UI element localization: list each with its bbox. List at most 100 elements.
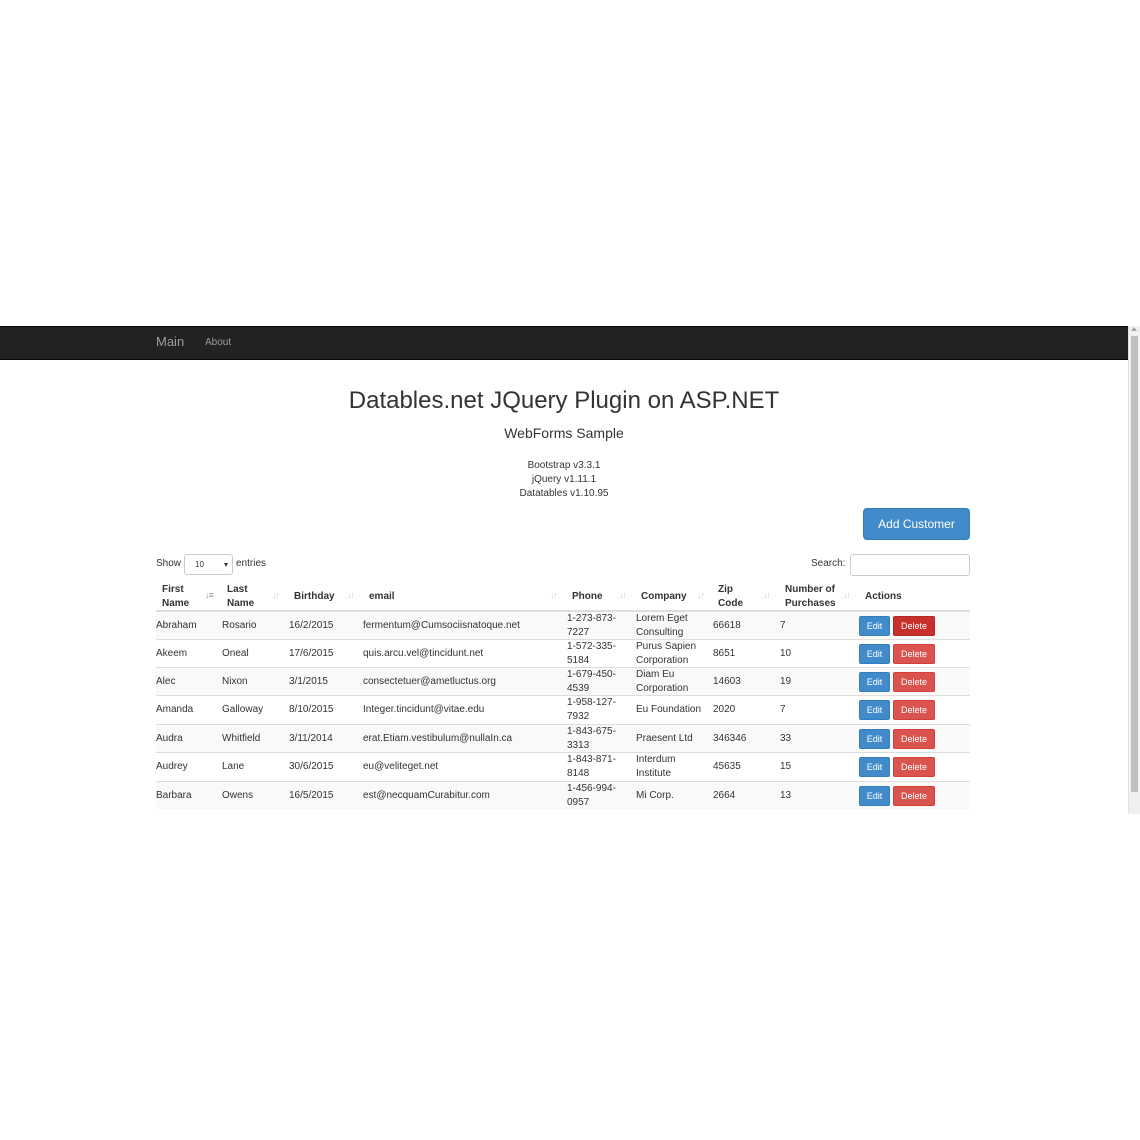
cell-last-name: Nixon — [222, 676, 248, 687]
delete-button[interactable]: Delete — [893, 644, 935, 664]
cell-birthday: 16/5/2015 — [289, 790, 334, 801]
version-bootstrap: Bootstrap v3.3.1 — [527, 460, 601, 471]
length-entries-label: entries — [236, 558, 267, 569]
nav-link-about[interactable]: About — [205, 337, 231, 348]
entries-length-select[interactable]: 10 — [184, 554, 233, 575]
sort-both-icon[interactable]: ↓↑ — [347, 590, 355, 600]
cell-birthday: 30/6/2015 — [289, 761, 334, 772]
column-header-zip-code[interactable]: Zip Code — [718, 583, 752, 611]
navbar-brand-main[interactable]: Main — [156, 334, 184, 349]
page-subtitle: WebForms Sample — [504, 425, 624, 441]
cell-first-name: Akeem — [156, 648, 188, 659]
cell-company: Mi Corp. — [636, 790, 674, 801]
cell-phone: 1-843-675-3313 — [567, 726, 616, 751]
column-header-email[interactable]: email — [369, 590, 395, 604]
table-row: Barbara Owens 16/5/2015 est@necquamCurab… — [156, 781, 970, 809]
cell-purchases: 10 — [780, 648, 792, 659]
search-label: Search: — [811, 558, 846, 569]
cell-phone: 1-843-871-8148 — [567, 754, 616, 779]
sort-ascending-icon[interactable]: ↓≡ — [205, 590, 214, 600]
cell-last-name: Galloway — [222, 704, 264, 715]
cell-company: Diam Eu Corporation — [636, 669, 689, 694]
cell-email: est@necquamCurabitur.com — [363, 790, 490, 801]
cell-zip: 8651 — [713, 648, 736, 659]
table-row: Audrey Lane 30/6/2015 eu@veliteget.net 1… — [156, 752, 970, 780]
page-scrollbar[interactable] — [1128, 326, 1140, 814]
cell-zip: 45635 — [713, 761, 741, 772]
edit-button[interactable]: Edit — [859, 729, 890, 749]
delete-button[interactable]: Delete — [893, 672, 935, 692]
scroll-up-arrow-icon[interactable] — [1131, 327, 1137, 331]
delete-button[interactable]: Delete — [893, 616, 935, 636]
sort-both-icon[interactable]: ↓↑ — [550, 590, 558, 600]
table-row: Alec Nixon 3/1/2015 consectetuer@ametluc… — [156, 667, 970, 695]
cell-purchases: 7 — [780, 704, 786, 715]
cell-last-name: Rosario — [222, 620, 257, 631]
cell-purchases: 7 — [780, 620, 786, 631]
column-header-birthday[interactable]: Birthday — [294, 590, 335, 604]
sort-both-icon[interactable]: ↓↑ — [763, 590, 771, 600]
column-header-number-of-purchases[interactable]: Number of Purchases — [785, 583, 845, 611]
cell-first-name: Barbara — [156, 790, 192, 801]
edit-button[interactable]: Edit — [859, 672, 890, 692]
table-row: Amanda Galloway 8/10/2015 Integer.tincid… — [156, 695, 970, 723]
cell-phone: 1-679-450-4539 — [567, 669, 616, 694]
cell-phone: 1-273-873-7227 — [567, 613, 616, 638]
delete-button[interactable]: Delete — [893, 786, 935, 806]
cell-first-name: Amanda — [156, 704, 194, 715]
sort-both-icon[interactable]: ↓↑ — [843, 590, 851, 600]
cell-first-name: Alec — [156, 676, 176, 687]
edit-button[interactable]: Edit — [859, 700, 890, 720]
cell-purchases: 19 — [780, 676, 792, 687]
cell-company: Purus Sapien Corporation — [636, 641, 697, 666]
column-header-company[interactable]: Company — [641, 590, 687, 604]
navbar: Main About — [0, 326, 1128, 360]
browser-viewport: Main About Datables.net JQuery Plugin on… — [0, 326, 1140, 814]
cell-company: Interdum Institute — [636, 754, 676, 779]
edit-button[interactable]: Edit — [859, 644, 890, 664]
cell-last-name: Whitfield — [222, 733, 261, 744]
cell-email: consectetuer@ametluctus.org — [363, 676, 496, 687]
column-header-first-name[interactable]: First Name — [162, 583, 202, 611]
sort-both-icon[interactable]: ↓↑ — [697, 590, 705, 600]
edit-button[interactable]: Edit — [859, 786, 890, 806]
cell-company: Praesent Ltd — [636, 733, 693, 744]
delete-button[interactable]: Delete — [893, 729, 935, 749]
chevron-down-icon — [224, 563, 228, 567]
cell-purchases: 13 — [780, 790, 792, 801]
column-header-last-name[interactable]: Last Name — [227, 583, 267, 611]
cell-company: Eu Foundation — [636, 704, 702, 715]
edit-button[interactable]: Edit — [859, 757, 890, 777]
cell-birthday: 8/10/2015 — [289, 704, 334, 715]
cell-first-name: Abraham — [156, 620, 197, 631]
cell-zip: 66618 — [713, 620, 741, 631]
cell-birthday: 3/11/2014 — [289, 733, 333, 744]
table-row: Abraham Rosario 16/2/2015 fermentum@Cums… — [156, 611, 970, 639]
cell-birthday: 17/6/2015 — [289, 648, 334, 659]
edit-button[interactable]: Edit — [859, 616, 890, 636]
scroll-thumb[interactable] — [1131, 336, 1138, 792]
cell-company: Lorem Eget Consulting — [636, 613, 688, 638]
cell-birthday: 3/1/2015 — [289, 676, 328, 687]
cell-birthday: 16/2/2015 — [289, 620, 334, 631]
version-jquery: jQuery v1.11.1 — [531, 474, 597, 485]
cell-email: fermentum@Cumsociisnatoque.net — [363, 620, 520, 631]
delete-button[interactable]: Delete — [893, 757, 935, 777]
sort-both-icon[interactable]: ↓↑ — [619, 590, 627, 600]
cell-purchases: 15 — [780, 761, 792, 772]
add-customer-button[interactable]: Add Customer — [863, 508, 970, 540]
version-datatables: Datatables v1.10.95 — [519, 488, 609, 499]
cell-phone: 1-572-335-5184 — [567, 641, 616, 666]
cell-email: Integer.tincidunt@vitae.edu — [363, 704, 485, 715]
column-header-phone[interactable]: Phone — [572, 590, 603, 604]
cell-first-name: Audrey — [156, 761, 188, 772]
search-input[interactable] — [850, 554, 970, 576]
entries-length-value: 10 — [195, 560, 204, 569]
delete-button[interactable]: Delete — [893, 700, 935, 720]
cell-email: quis.arcu.vel@tincidunt.net — [363, 648, 484, 659]
cell-last-name: Lane — [222, 761, 245, 772]
cell-phone: 1-958-127-7932 — [567, 697, 616, 722]
sort-both-icon[interactable]: ↓↑ — [272, 590, 280, 600]
cell-zip: 2664 — [713, 790, 736, 801]
table-row: Audra Whitfield 3/11/2014 erat.Etiam.ves… — [156, 724, 970, 752]
